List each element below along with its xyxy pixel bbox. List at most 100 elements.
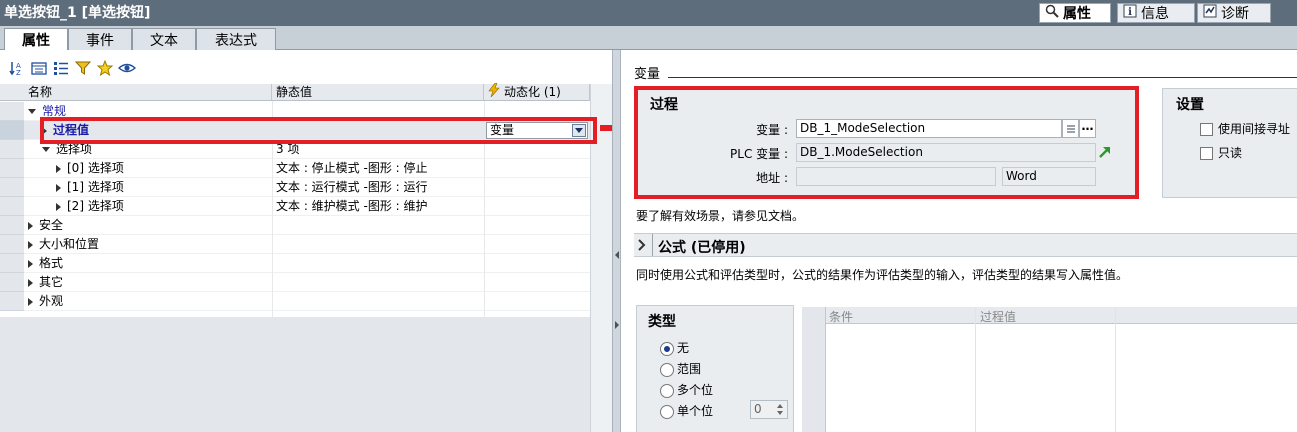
expand-down-icon[interactable] [28, 109, 36, 114]
checkbox-box[interactable] [1200, 123, 1213, 136]
property-name: 大小和位置 [39, 237, 100, 251]
expand-right-icon [615, 321, 619, 329]
svg-text:Z: Z [16, 69, 21, 76]
sort-az-icon[interactable]: AZ [8, 59, 26, 77]
spinner-arrows-icon[interactable] [775, 402, 785, 417]
collapse-left-icon [615, 251, 619, 259]
row-gutter[interactable] [0, 102, 24, 121]
radio-label: 单个位 [677, 404, 714, 418]
radio-button[interactable] [660, 341, 674, 356]
radio-label: 范围 [677, 362, 702, 376]
type-radio-option[interactable]: 范围 [660, 360, 701, 377]
column-header-label: 动态化 (1) [504, 85, 561, 99]
property-name: 选择项 [56, 142, 93, 156]
radio-button[interactable] [660, 362, 674, 377]
property-row[interactable]: 外观 [0, 292, 590, 311]
property-row[interactable]: 其它 [0, 273, 590, 292]
bit-number-spinner[interactable]: 0 [750, 400, 788, 419]
row-gutter[interactable] [0, 159, 24, 178]
group-icon[interactable] [30, 59, 48, 77]
expand-right-icon[interactable] [28, 240, 33, 249]
chevron-right-icon[interactable] [638, 239, 646, 251]
visibility-eye-icon[interactable] [118, 59, 136, 77]
expand-right-icon[interactable] [28, 259, 33, 268]
radio-button[interactable] [660, 404, 674, 419]
expand-right-icon[interactable] [56, 202, 61, 211]
top-tab-properties[interactable]: 属性 [1039, 3, 1111, 23]
property-row[interactable]: [0] 选择项 文本 : 停止模式 -图形 : 停止 [0, 159, 590, 178]
property-name: 常规 [42, 104, 67, 118]
property-row[interactable]: [2] 选择项 文本 : 维护模式 -图形 : 维护 [0, 197, 590, 216]
grid-empty-area [0, 317, 590, 432]
svg-text:i: i [1128, 7, 1132, 18]
filter-icon[interactable] [74, 59, 92, 77]
property-row[interactable]: 安全 [0, 216, 590, 235]
property-name-cell[interactable]: [1] 选择项 [56, 178, 124, 197]
property-static-value[interactable]: 文本 : 维护模式 -图形 : 维护 [276, 197, 428, 216]
formula-description: 同时使用公式和评估类型时，公式的结果作为评估类型的输入，评估类型的结果写入属性值… [636, 268, 1129, 282]
expand-right-icon[interactable] [28, 221, 33, 230]
property-name: 其它 [39, 275, 64, 289]
section-title-rule [668, 77, 1297, 78]
property-static-value[interactable]: 文本 : 运行模式 -图形 : 运行 [276, 178, 428, 197]
property-name-cell[interactable]: [2] 选择项 [56, 197, 124, 216]
list-view-icon[interactable] [52, 59, 70, 77]
row-gutter[interactable] [0, 178, 24, 197]
top-tab-info[interactable]: i 信息 [1117, 3, 1195, 23]
expand-right-icon[interactable] [56, 164, 61, 173]
tab-properties[interactable]: 属性 [4, 28, 68, 51]
property-name-cell[interactable]: [0] 选择项 [56, 159, 124, 178]
favorites-star-icon[interactable] [96, 59, 114, 77]
info-icon: i [1123, 4, 1137, 22]
property-row[interactable]: [1] 选择项 文本 : 运行模式 -图形 : 运行 [0, 178, 590, 197]
property-name-cell[interactable]: 其它 [28, 273, 63, 292]
row-gutter[interactable] [0, 273, 24, 292]
radio-label: 无 [677, 341, 690, 355]
top-tab-diagnostics[interactable]: 诊断 [1197, 3, 1271, 23]
property-name: [2] 选择项 [67, 199, 124, 213]
expand-down-icon[interactable] [42, 147, 50, 152]
highlight-frame-process-group [634, 86, 1139, 199]
radio-button[interactable] [660, 383, 674, 398]
column-header-name[interactable]: 名称 [24, 84, 272, 101]
property-name: [0] 选择项 [67, 161, 124, 175]
property-name: 安全 [39, 218, 64, 232]
property-name-cell[interactable]: 格式 [28, 254, 63, 273]
row-gutter[interactable] [0, 216, 24, 235]
help-text: 要了解有效场景，请参见文档。 [636, 209, 805, 223]
type-radio-option[interactable]: 多个位 [660, 381, 713, 398]
row-gutter[interactable] [0, 121, 24, 140]
expand-right-icon[interactable] [28, 297, 33, 306]
highlight-frame-process-value [40, 117, 597, 144]
column-header-process-value[interactable]: 过程值 [980, 308, 1016, 325]
row-gutter[interactable] [0, 197, 24, 216]
type-radio-option[interactable]: 无 [660, 339, 689, 356]
tab-texts[interactable]: 文本 [132, 28, 196, 50]
row-gutter[interactable] [0, 292, 24, 311]
property-row[interactable]: 格式 [0, 254, 590, 273]
property-name-cell[interactable]: 外观 [28, 292, 63, 311]
checkbox-box[interactable] [1200, 147, 1213, 160]
property-row[interactable]: 大小和位置 [0, 235, 590, 254]
expand-right-icon[interactable] [28, 278, 33, 287]
expand-right-icon[interactable] [56, 183, 61, 192]
property-name-cell[interactable]: 大小和位置 [28, 235, 99, 254]
tab-events[interactable]: 事件 [68, 28, 132, 50]
column-header-static-value[interactable]: 静态值 [272, 84, 484, 101]
property-static-value[interactable]: 文本 : 停止模式 -图形 : 停止 [276, 159, 428, 178]
top-tab-label: 信息 [1141, 6, 1169, 22]
row-gutter[interactable] [0, 254, 24, 273]
diagnostics-icon [1203, 4, 1217, 22]
property-name-cell[interactable]: 安全 [28, 216, 63, 235]
indirect-addressing-checkbox[interactable]: 使用间接寻址 [1200, 120, 1290, 137]
column-header-condition[interactable]: 条件 [829, 308, 853, 325]
column-header-dynamization[interactable]: 动态化 (1) [484, 82, 590, 101]
row-gutter[interactable] [0, 235, 24, 254]
type-radio-option[interactable]: 单个位 [660, 402, 713, 419]
condition-table [802, 307, 1297, 432]
tab-expressions[interactable]: 表达式 [196, 28, 276, 50]
settings-group-title: 设置 [1176, 97, 1204, 113]
row-gutter[interactable] [0, 140, 24, 159]
read-only-checkbox[interactable]: 只读 [1200, 144, 1242, 161]
panel-splitter[interactable] [612, 50, 621, 432]
